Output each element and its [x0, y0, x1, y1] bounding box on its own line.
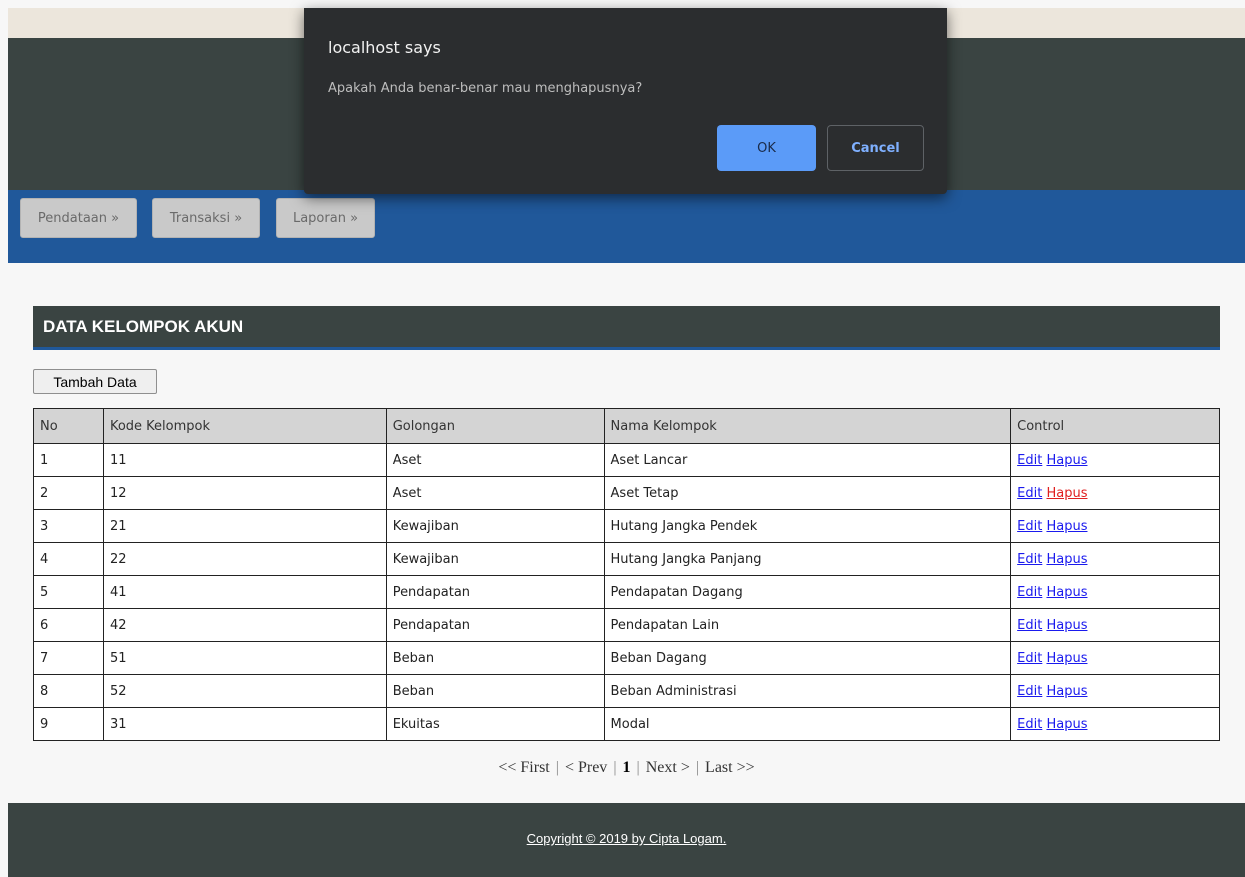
hapus-link[interactable]: Hapus — [1046, 684, 1087, 699]
hapus-link[interactable]: Hapus — [1046, 618, 1087, 633]
cell-nama: Pendapatan Dagang — [603, 575, 1012, 609]
edit-link[interactable]: Edit — [1017, 453, 1042, 468]
column-header-no: No — [33, 408, 104, 444]
pager-current-page: 1 — [622, 759, 631, 776]
copyright-link[interactable]: Copyright © 2019 by Cipta Logam. — [8, 831, 1245, 846]
nav-laporan[interactable]: Laporan » — [276, 198, 375, 238]
hapus-link[interactable]: Hapus — [1046, 486, 1087, 501]
cell-kode: 41 — [102, 575, 387, 609]
cell-no: 3 — [33, 509, 104, 543]
cell-no: 5 — [33, 575, 104, 609]
hapus-link[interactable]: Hapus — [1046, 453, 1087, 468]
pager-last[interactable]: Last >> — [705, 759, 755, 776]
column-header-kode: Kode Kelompok — [102, 408, 387, 444]
kelompok-akun-table: No Kode Kelompok Golongan Nama Kelompok … — [33, 408, 1220, 741]
main-navbar: Pendataan » Transaksi » Laporan » — [8, 190, 1245, 263]
pagination: << First | < Prev | 1 | Next > | Last >> — [498, 759, 755, 776]
dialog-ok-button[interactable]: OK — [717, 125, 816, 171]
cell-control: Edit Hapus — [1010, 443, 1220, 477]
hapus-link[interactable]: Hapus — [1046, 519, 1087, 534]
edit-link[interactable]: Edit — [1017, 618, 1042, 633]
pager-first[interactable]: << First — [498, 759, 549, 776]
cell-no: 9 — [33, 707, 104, 741]
cell-no: 2 — [33, 476, 104, 510]
cell-nama: Hutang Jangka Panjang — [603, 542, 1012, 576]
cell-nama: Aset Tetap — [603, 476, 1012, 510]
cell-control: Edit Hapus — [1010, 575, 1220, 609]
cell-no: 7 — [33, 641, 104, 675]
cell-golongan: Beban — [385, 674, 605, 708]
pager-prev[interactable]: < Prev — [565, 759, 607, 776]
table-row: 8 52 Beban Beban Administrasi Edit Hapus — [33, 674, 1220, 708]
cell-golongan: Aset — [385, 476, 605, 510]
hapus-link[interactable]: Hapus — [1046, 651, 1087, 666]
table-row: 2 12 Aset Aset Tetap Edit Hapus — [33, 476, 1220, 510]
cell-kode: 52 — [102, 674, 387, 708]
table-row: 7 51 Beban Beban Dagang Edit Hapus — [33, 641, 1220, 675]
table-row: 3 21 Kewajiban Hutang Jangka Pendek Edit Hap… — [33, 509, 1220, 543]
edit-link[interactable]: Edit — [1017, 651, 1042, 666]
cell-kode: 12 — [102, 476, 387, 510]
cell-golongan: Pendapatan — [385, 608, 605, 642]
table-row: 5 41 Pendapatan Pendapatan Dagang Edit Hapus — [33, 575, 1220, 609]
cell-control: Edit Hapus — [1010, 608, 1220, 642]
cell-kode: 31 — [102, 707, 387, 741]
cell-golongan: Beban — [385, 641, 605, 675]
cell-no: 1 — [33, 443, 104, 477]
footer: Copyright © 2019 by Cipta Logam. — [8, 803, 1245, 877]
cell-control: Edit Hapus — [1010, 542, 1220, 576]
cell-golongan: Kewajiban — [385, 542, 605, 576]
cell-golongan: Ekuitas — [385, 707, 605, 741]
dialog-title: localhost says — [328, 38, 441, 57]
cell-control: Edit Hapus — [1010, 476, 1220, 510]
cell-no: 4 — [33, 542, 104, 576]
cell-nama: Pendapatan Lain — [603, 608, 1012, 642]
nav-transaksi[interactable]: Transaksi » — [152, 198, 260, 238]
cell-control: Edit Hapus — [1010, 641, 1220, 675]
cell-control: Edit Hapus — [1010, 707, 1220, 741]
cell-no: 6 — [33, 608, 104, 642]
edit-link[interactable]: Edit — [1017, 552, 1042, 567]
nav-pendataan[interactable]: Pendataan » — [20, 198, 137, 238]
cell-golongan: Aset — [385, 443, 605, 477]
cell-nama: Modal — [603, 707, 1012, 741]
hapus-link[interactable]: Hapus — [1046, 585, 1087, 600]
edit-link[interactable]: Edit — [1017, 717, 1042, 732]
cell-no: 8 — [33, 674, 104, 708]
cell-control: Edit Hapus — [1010, 509, 1220, 543]
cell-golongan: Pendapatan — [385, 575, 605, 609]
table-row: 6 42 Pendapatan Pendapatan Lain Edit Hapus — [33, 608, 1220, 642]
cell-kode: 11 — [102, 443, 387, 477]
page-title: DATA KELOMPOK AKUN — [43, 317, 244, 336]
cell-kode: 51 — [102, 641, 387, 675]
column-header-golongan: Golongan — [385, 408, 605, 444]
section-header: DATA KELOMPOK AKUN — [33, 306, 1220, 350]
column-header-nama: Nama Kelompok — [603, 408, 1012, 444]
cell-nama: Beban Dagang — [603, 641, 1012, 675]
table-header-row: No Kode Kelompok Golongan Nama Kelompok … — [33, 408, 1220, 444]
table-row: 1 11 Aset Aset Lancar Edit Hapus — [33, 443, 1220, 477]
pager-next[interactable]: Next > — [646, 759, 690, 776]
cell-kode: 21 — [102, 509, 387, 543]
dialog-message: Apakah Anda benar-benar mau menghapusnya… — [328, 81, 643, 96]
edit-link[interactable]: Edit — [1017, 486, 1042, 501]
tambah-data-button[interactable]: Tambah Data — [33, 369, 157, 394]
edit-link[interactable]: Edit — [1017, 519, 1042, 534]
cell-control: Edit Hapus — [1010, 674, 1220, 708]
table-row: 4 22 Kewajiban Hutang Jangka Panjang Edit Ha… — [33, 542, 1220, 576]
cell-nama: Beban Administrasi — [603, 674, 1012, 708]
edit-link[interactable]: Edit — [1017, 585, 1042, 600]
hapus-link[interactable]: Hapus — [1046, 552, 1087, 567]
cell-nama: Hutang Jangka Pendek — [603, 509, 1012, 543]
edit-link[interactable]: Edit — [1017, 684, 1042, 699]
cell-golongan: Kewajiban — [385, 509, 605, 543]
cell-kode: 42 — [102, 608, 387, 642]
confirm-dialog: localhost says Apakah Anda benar-benar m… — [304, 8, 947, 194]
hapus-link[interactable]: Hapus — [1046, 717, 1087, 732]
table-row: 9 31 Ekuitas Modal Edit Hapus — [33, 707, 1220, 741]
dialog-cancel-button[interactable]: Cancel — [827, 125, 924, 171]
cell-nama: Aset Lancar — [603, 443, 1012, 477]
column-header-control: Control — [1010, 408, 1220, 444]
cell-kode: 22 — [102, 542, 387, 576]
